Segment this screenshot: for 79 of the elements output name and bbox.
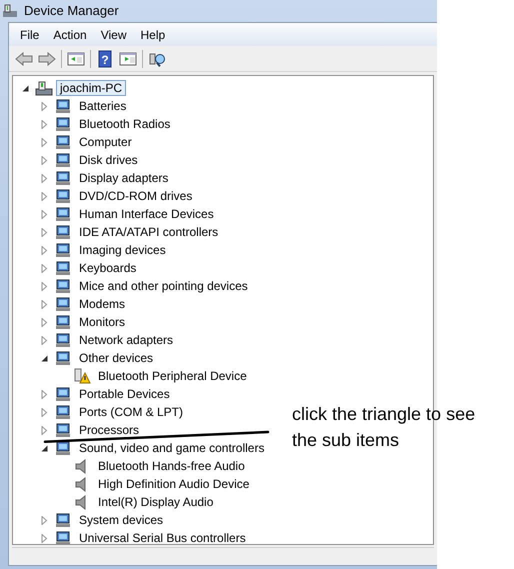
tree-item[interactable]: Bluetooth Radios	[77, 118, 172, 130]
expand-triangle-icon[interactable]	[40, 390, 48, 398]
tree-item[interactable]: DVD/CD-ROM drives	[77, 190, 194, 202]
device-icon	[54, 260, 72, 276]
expand-triangle-icon[interactable]	[40, 120, 48, 128]
tree-item[interactable]: joachim-PC	[58, 82, 124, 94]
tree-item[interactable]: Keyboards	[77, 262, 138, 274]
device-icon	[54, 296, 72, 312]
menu-item[interactable]: File	[13, 24, 46, 46]
computer-icon	[35, 80, 53, 96]
tree-item[interactable]: Bluetooth Hands-free Audio	[96, 460, 247, 472]
expand-triangle-icon[interactable]	[40, 426, 48, 434]
device-icon	[54, 440, 72, 456]
tree-item[interactable]: Mice and other pointing devices	[77, 280, 250, 292]
tree-item[interactable]: Universal Serial Bus controllers	[77, 532, 248, 544]
expand-triangle-icon[interactable]	[40, 210, 48, 218]
menu-item[interactable]: Action	[46, 24, 94, 46]
tree-item[interactable]: Modems	[77, 298, 128, 310]
expand-triangle-icon[interactable]	[40, 264, 48, 272]
device-icon	[54, 206, 72, 222]
help-icon[interactable]: ?	[96, 50, 114, 68]
panel-icon[interactable]	[119, 50, 137, 68]
device-icon	[54, 134, 72, 150]
device-icon	[54, 98, 72, 114]
tree-item[interactable]: Bluetooth Peripheral Device	[96, 370, 249, 382]
expand-triangle-icon[interactable]	[40, 156, 48, 164]
collapse-triangle-icon[interactable]	[40, 444, 48, 452]
tree-item[interactable]: IDE ATA/ATAPI controllers	[77, 226, 220, 238]
device-icon	[54, 278, 72, 294]
tree-item[interactable]: Disk drives	[77, 154, 140, 166]
device-icon	[54, 512, 72, 528]
expand-triangle-icon[interactable]	[40, 102, 48, 110]
device-icon	[54, 332, 72, 348]
device-icon	[54, 386, 72, 402]
expand-triangle-icon[interactable]	[40, 228, 48, 236]
device-manager-icon	[2, 3, 18, 19]
tree-item[interactable]: Network adapters	[77, 334, 176, 346]
device-icon	[54, 152, 72, 168]
annotation-text: click the triangle to see the sub items	[292, 403, 476, 452]
expand-triangle-icon[interactable]	[40, 336, 48, 344]
tree-item[interactable]: Sound, video and game controllers	[77, 442, 266, 454]
device-icon	[54, 116, 72, 132]
tree-item[interactable]: Other devices	[77, 352, 156, 364]
device-icon	[54, 350, 72, 366]
expand-triangle-icon[interactable]	[40, 192, 48, 200]
window-title: Device Manager	[24, 2, 119, 20]
expand-triangle-icon[interactable]	[40, 138, 48, 146]
tree-item[interactable]: Display adapters	[77, 172, 170, 184]
collapse-triangle-icon[interactable]	[22, 84, 28, 92]
collapse-triangle-icon[interactable]	[40, 354, 48, 362]
tree-item[interactable]: System devices	[77, 514, 166, 526]
tree-item[interactable]: Human Interface Devices	[77, 208, 216, 220]
tree-item[interactable]: Processors	[77, 424, 142, 436]
expand-triangle-icon[interactable]	[40, 300, 48, 308]
tree-item[interactable]: Ports (COM & LPT)	[77, 406, 186, 418]
device-icon	[54, 188, 72, 204]
expand-triangle-icon[interactable]	[40, 246, 48, 254]
expand-triangle-icon[interactable]	[40, 534, 48, 542]
expand-triangle-icon[interactable]	[40, 318, 48, 326]
expand-triangle-icon[interactable]	[40, 174, 48, 182]
device-icon	[54, 314, 72, 330]
tree-item[interactable]: Batteries	[77, 100, 128, 112]
expand-triangle-icon[interactable]	[40, 516, 48, 524]
expand-triangle-icon[interactable]	[40, 408, 48, 416]
device-icon	[54, 242, 72, 258]
menu-item[interactable]: Help	[134, 24, 172, 46]
panel-icon[interactable]	[67, 50, 85, 68]
device-icon	[54, 170, 72, 186]
tree-item[interactable]: Computer	[77, 136, 134, 148]
tree-item[interactable]: Intel(R) Display Audio	[96, 496, 216, 508]
expand-triangle-icon[interactable]	[40, 282, 48, 290]
tree-item[interactable]: Imaging devices	[77, 244, 168, 256]
device-icon	[54, 404, 72, 420]
tree-item[interactable]: Portable Devices	[77, 388, 172, 400]
device-icon	[54, 224, 72, 240]
menu-item[interactable]: View	[94, 24, 134, 46]
device-icon	[54, 422, 72, 438]
tree-item[interactable]: High Definition Audio Device	[96, 478, 252, 490]
tree-item[interactable]: Monitors	[77, 316, 128, 328]
